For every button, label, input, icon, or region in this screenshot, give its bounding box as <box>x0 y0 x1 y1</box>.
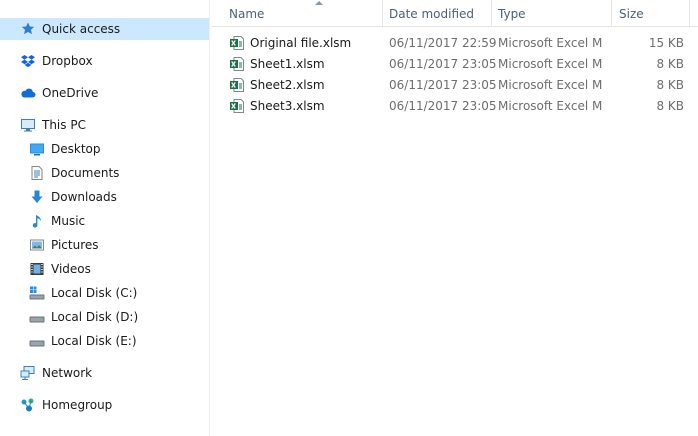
sidebar-item-dropbox[interactable]: Dropbox <box>0 50 210 72</box>
sidebar-item-music[interactable]: Music <box>0 210 210 232</box>
sidebar-item-label: Local Disk (C:) <box>51 286 138 300</box>
file-row[interactable]: Sheet1.xlsm 06/11/2017 23:05 Microsoft E… <box>212 53 692 74</box>
file-type: Microsoft Excel M... <box>498 98 602 113</box>
excel-macro-file-icon <box>229 77 245 93</box>
dropbox-icon <box>20 53 36 69</box>
film-icon <box>29 261 45 277</box>
excel-macro-file-icon <box>229 56 245 72</box>
column-divider[interactable] <box>382 0 383 27</box>
sidebar-item-label: Dropbox <box>42 54 93 68</box>
column-header-type[interactable]: Type <box>498 0 608 27</box>
file-name: Sheet3.xlsm <box>250 98 325 113</box>
sidebar-item-this-pc[interactable]: This PC <box>0 114 210 136</box>
file-date-modified: 06/11/2017 23:05 <box>389 98 497 113</box>
column-header-name[interactable]: Name <box>229 0 379 27</box>
sidebar-item-label: Videos <box>51 262 91 276</box>
homegroup-icon <box>20 397 36 413</box>
windows-drive-icon <box>29 285 45 301</box>
file-size: 8 KB <box>656 98 684 113</box>
sidebar-item-local-disk-e[interactable]: Local Disk (E:) <box>0 330 210 352</box>
sidebar-item-onedrive[interactable]: OneDrive <box>0 82 210 104</box>
file-size: 8 KB <box>656 77 684 92</box>
sidebar-item-label: Downloads <box>51 190 117 204</box>
file-row[interactable]: Sheet3.xlsm 06/11/2017 23:05 Microsoft E… <box>212 95 692 116</box>
sidebar-item-label: Homegroup <box>42 398 113 412</box>
sort-ascending-icon <box>315 1 323 5</box>
excel-macro-file-icon <box>229 35 245 51</box>
file-name: Sheet1.xlsm <box>250 56 325 71</box>
excel-macro-file-icon <box>229 98 245 114</box>
column-header-row: Name Date modified Type Size <box>212 0 698 27</box>
network-icon <box>20 365 36 381</box>
sidebar-item-label: Music <box>51 214 86 228</box>
file-type: Microsoft Excel M... <box>498 77 602 92</box>
sidebar-item-pictures[interactable]: Pictures <box>0 234 210 256</box>
sidebar-item-label: Network <box>42 366 93 380</box>
sidebar-item-documents[interactable]: Documents <box>0 162 210 184</box>
sidebar-item-label: Local Disk (E:) <box>51 334 137 348</box>
file-name: Original file.xlsm <box>250 35 352 50</box>
column-divider[interactable] <box>491 0 492 27</box>
sidebar-item-label: Desktop <box>51 142 101 156</box>
sidebar-item-label: Quick access <box>42 22 121 36</box>
file-size: 15 KB <box>648 35 684 50</box>
desktop-folder-icon <box>29 141 45 157</box>
monitor-icon <box>20 117 36 133</box>
sidebar-item-label: Local Disk (D:) <box>51 310 139 324</box>
column-divider[interactable] <box>611 0 612 27</box>
pane-divider[interactable] <box>209 0 210 436</box>
sidebar-item-downloads[interactable]: Downloads <box>0 186 210 208</box>
sidebar-item-local-disk-d[interactable]: Local Disk (D:) <box>0 306 210 328</box>
file-type: Microsoft Excel M... <box>498 56 602 71</box>
file-date-modified: 06/11/2017 23:05 <box>389 56 497 71</box>
file-row[interactable]: Sheet2.xlsm 06/11/2017 23:05 Microsoft E… <box>212 74 692 95</box>
sidebar-item-desktop[interactable]: Desktop <box>0 138 210 160</box>
sidebar-item-quick-access[interactable]: Quick access <box>0 18 210 40</box>
sidebar-item-videos[interactable]: Videos <box>0 258 210 280</box>
music-note-icon <box>29 213 45 229</box>
sidebar-item-label: Pictures <box>51 238 99 252</box>
file-row[interactable]: Original file.xlsm 06/11/2017 22:59 Micr… <box>212 32 692 53</box>
drive-icon <box>29 333 45 349</box>
file-type: Microsoft Excel M... <box>498 35 602 50</box>
sidebar-item-local-disk-c[interactable]: Local Disk (C:) <box>0 282 210 304</box>
sidebar-item-homegroup[interactable]: Homegroup <box>0 394 210 416</box>
column-divider[interactable] <box>689 0 690 27</box>
sidebar-item-label: This PC <box>42 118 86 132</box>
sidebar-item-network[interactable]: Network <box>0 362 210 384</box>
star-pin-icon <box>20 21 36 37</box>
column-header-size[interactable]: Size <box>619 0 689 27</box>
column-header-date-modified[interactable]: Date modified <box>389 0 489 27</box>
sidebar-item-label: OneDrive <box>42 86 99 100</box>
file-name: Sheet2.xlsm <box>250 77 325 92</box>
file-date-modified: 06/11/2017 22:59 <box>389 35 497 50</box>
sidebar-item-label: Documents <box>51 166 120 180</box>
drive-icon <box>29 309 45 325</box>
documents-icon <box>29 165 45 181</box>
navigation-pane: Quick access Dropbox OneDrive This PC De… <box>0 0 210 436</box>
file-date-modified: 06/11/2017 23:05 <box>389 77 497 92</box>
cloud-icon <box>20 85 36 101</box>
pictures-icon <box>29 237 45 253</box>
download-arrow-icon <box>29 189 45 205</box>
file-size: 8 KB <box>656 56 684 71</box>
